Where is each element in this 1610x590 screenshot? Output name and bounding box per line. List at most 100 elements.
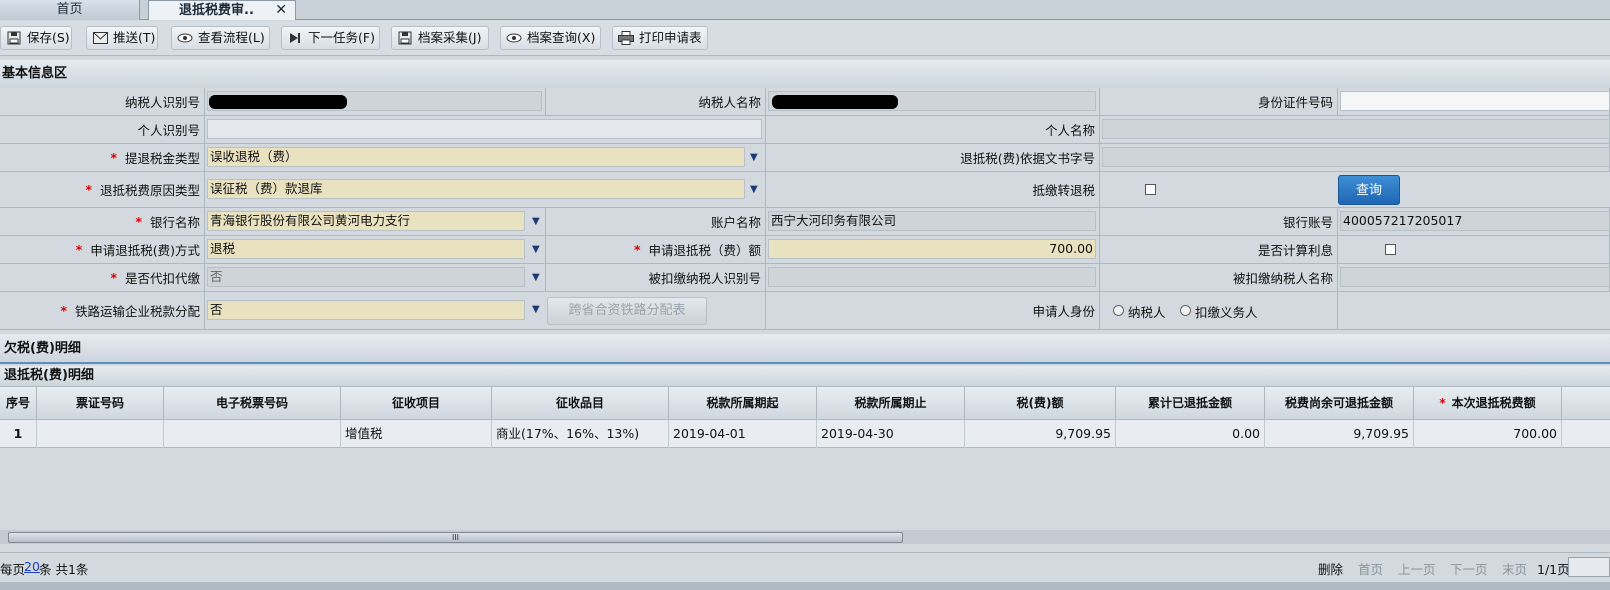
- floppy-disk-icon: [6, 30, 22, 46]
- col-header[interactable]: 征收品目: [492, 387, 669, 420]
- scrollbar-thumb[interactable]: III: [8, 532, 903, 543]
- id-doc-label: 身份证件号码: [1100, 88, 1338, 115]
- first-page-button[interactable]: 首页: [1358, 559, 1383, 578]
- applicant-label: 申请人身份: [766, 292, 1100, 329]
- print-form-button-label: 打印申请表: [639, 30, 702, 45]
- redaction-mark: [772, 95, 898, 109]
- radio-taxpayer[interactable]: [1113, 305, 1124, 316]
- grid-header: 序号 票证号码 电子税票号码 征收项目 征收品目 税款所属期起 税款所属期止 税…: [0, 386, 1610, 420]
- close-tab-icon[interactable]: ✕: [275, 1, 287, 20]
- form-row-1: 纳税人识别号 纳税人名称 身份证件号码: [0, 88, 1610, 116]
- form-row-3: * 提退税金类型 误收退税（费） ▼ 退抵税(费)依据文书字号: [0, 144, 1610, 172]
- save-button[interactable]: 保存(S): [0, 26, 72, 50]
- railway-label: * 铁路运输企业税款分配: [0, 292, 205, 329]
- method-cell: 退税 ▼: [205, 236, 546, 263]
- archive-collect-button[interactable]: 档案采集(J): [391, 26, 489, 50]
- col-header[interactable]: 累计已退抵金额: [1116, 387, 1265, 420]
- reason-type-select[interactable]: 误征税（费）款退库: [207, 179, 745, 199]
- dropdown-arrow-icon[interactable]: ▼: [750, 153, 760, 163]
- railway-select[interactable]: 否: [207, 300, 525, 320]
- col-header-required[interactable]: * 本次退抵税费额: [1414, 387, 1562, 420]
- cell-tax-amount: 9,709.95: [965, 420, 1116, 448]
- reason-type-label-text: 退抵税费原因类型: [99, 183, 200, 198]
- account-name-cell: 西宁大河印务有限公司: [766, 208, 1100, 235]
- col-header[interactable]: 征收项目: [341, 387, 492, 420]
- tab-refund-review[interactable]: 退抵税费审.. ✕: [148, 0, 296, 20]
- applicant-label-text: 申请人身份: [1032, 304, 1095, 319]
- withheld-id-field[interactable]: [768, 267, 1096, 287]
- col-header[interactable]: 序号: [0, 387, 37, 420]
- taxpayer-name-label: 纳税人名称: [546, 88, 766, 115]
- page-size-link[interactable]: 20: [24, 559, 40, 574]
- bank-name-cell: 青海银行股份有限公司黄河电力支行 ▼: [205, 208, 546, 235]
- cell-seq: 1: [0, 420, 37, 448]
- amount-field[interactable]: 700.00: [768, 239, 1096, 259]
- railway-table-button[interactable]: 跨省合资铁路分配表: [547, 297, 707, 325]
- bank-account-field[interactable]: 400057217205017: [1340, 211, 1610, 231]
- offset-label: 抵缴转退税: [766, 172, 1100, 207]
- withheld-name-field[interactable]: [1340, 267, 1610, 287]
- refund-type-select[interactable]: 误收退税（费）: [207, 147, 745, 167]
- personal-id-label: 个人识别号: [0, 116, 205, 143]
- taxpayer-id-cell: [205, 88, 546, 115]
- tab-home[interactable]: 首页: [0, 0, 140, 20]
- reason-type-cell: 误征税（费）款退库 ▼: [205, 172, 766, 207]
- col-header[interactable]: 税款所属期止: [817, 387, 965, 420]
- push-button[interactable]: 推送(T): [86, 26, 158, 50]
- next-page-button[interactable]: 下一页: [1450, 559, 1488, 578]
- applicant-cell: 纳税人 扣缴义务人: [1100, 292, 1338, 329]
- last-page-button[interactable]: 末页: [1502, 559, 1527, 578]
- bank-account-cell: 400057217205017: [1338, 208, 1610, 235]
- col-header[interactable]: 税款所属期起: [669, 387, 817, 420]
- doc-no-field[interactable]: [1102, 147, 1610, 167]
- account-name-field[interactable]: 西宁大河印务有限公司: [768, 211, 1096, 231]
- dropdown-arrow-icon[interactable]: ▼: [532, 305, 542, 315]
- col-header[interactable]: 票证号码: [37, 387, 164, 420]
- view-flow-button[interactable]: 查看流程(L): [171, 26, 270, 50]
- id-doc-field[interactable]: [1340, 91, 1610, 111]
- withhold-select[interactable]: 否: [207, 267, 525, 287]
- dropdown-arrow-icon[interactable]: ▼: [532, 217, 542, 227]
- pager: 每页 20 条 共1条 删除 首页 上一页 下一页 末页 1/1页: [0, 552, 1610, 580]
- interest-checkbox[interactable]: [1385, 244, 1396, 255]
- col-header[interactable]: 电子税票号码: [164, 387, 341, 420]
- required-asterisk: *: [60, 303, 67, 318]
- query-button[interactable]: 查询: [1338, 175, 1400, 205]
- prev-page-button[interactable]: 上一页: [1398, 559, 1436, 578]
- railway-cell: 否 ▼ 跨省合资铁路分配表: [205, 292, 766, 329]
- scrollbar-grip: III: [451, 533, 460, 542]
- archive-query-button[interactable]: 档案查询(X): [500, 26, 601, 50]
- required-asterisk: *: [633, 242, 641, 257]
- required-asterisk: *: [110, 150, 117, 165]
- personal-id-field[interactable]: [207, 119, 762, 139]
- personal-name-field[interactable]: [1102, 119, 1610, 139]
- dropdown-arrow-icon[interactable]: ▼: [532, 245, 542, 255]
- refund-type-value: 误收退税（费）: [210, 149, 298, 164]
- bottom-strip: [0, 582, 1610, 590]
- table-row[interactable]: 1 增值税 商业(17%、16%、13%) 2019-04-01 2019-04…: [0, 420, 1610, 448]
- required-asterisk: *: [75, 242, 83, 257]
- form-row-4: * 退抵税费原因类型 误征税（费）款退库 ▼ 抵缴转退税 查询: [0, 172, 1610, 208]
- dropdown-arrow-icon[interactable]: ▼: [532, 273, 542, 283]
- save-button-label: 保存(S): [27, 30, 70, 45]
- col-header[interactable]: 税费尚余可退抵金额: [1265, 387, 1414, 420]
- delete-button[interactable]: 删除: [1318, 559, 1343, 578]
- dropdown-arrow-icon[interactable]: ▼: [750, 185, 760, 195]
- arrears-title: 欠税(费)明细: [4, 341, 81, 356]
- refund-detail-section-header: 退抵税(费)明细: [0, 366, 1610, 386]
- radio-withholder-label: 扣缴义务人: [1195, 305, 1258, 320]
- page-jump-input[interactable]: [1568, 557, 1610, 577]
- next-task-button[interactable]: 下一任务(F): [281, 26, 380, 50]
- cell-voucher-no: [37, 420, 164, 448]
- print-form-button[interactable]: 打印申请表: [612, 26, 708, 50]
- offset-checkbox[interactable]: [1145, 184, 1156, 195]
- radio-withholder[interactable]: [1180, 305, 1191, 316]
- withhold-label-text: 是否代扣代缴: [124, 271, 200, 286]
- floppy-disk-icon: [397, 30, 413, 46]
- bank-name-select[interactable]: 青海银行股份有限公司黄河电力支行: [207, 211, 525, 231]
- horizontal-scrollbar[interactable]: III: [0, 530, 1610, 544]
- withheld-id-label: 被扣缴纳税人识别号: [546, 264, 766, 291]
- taxpayer-id-label: 纳税人识别号: [0, 88, 205, 115]
- method-select[interactable]: 退税: [207, 239, 525, 259]
- col-header[interactable]: 税(费)额: [965, 387, 1116, 420]
